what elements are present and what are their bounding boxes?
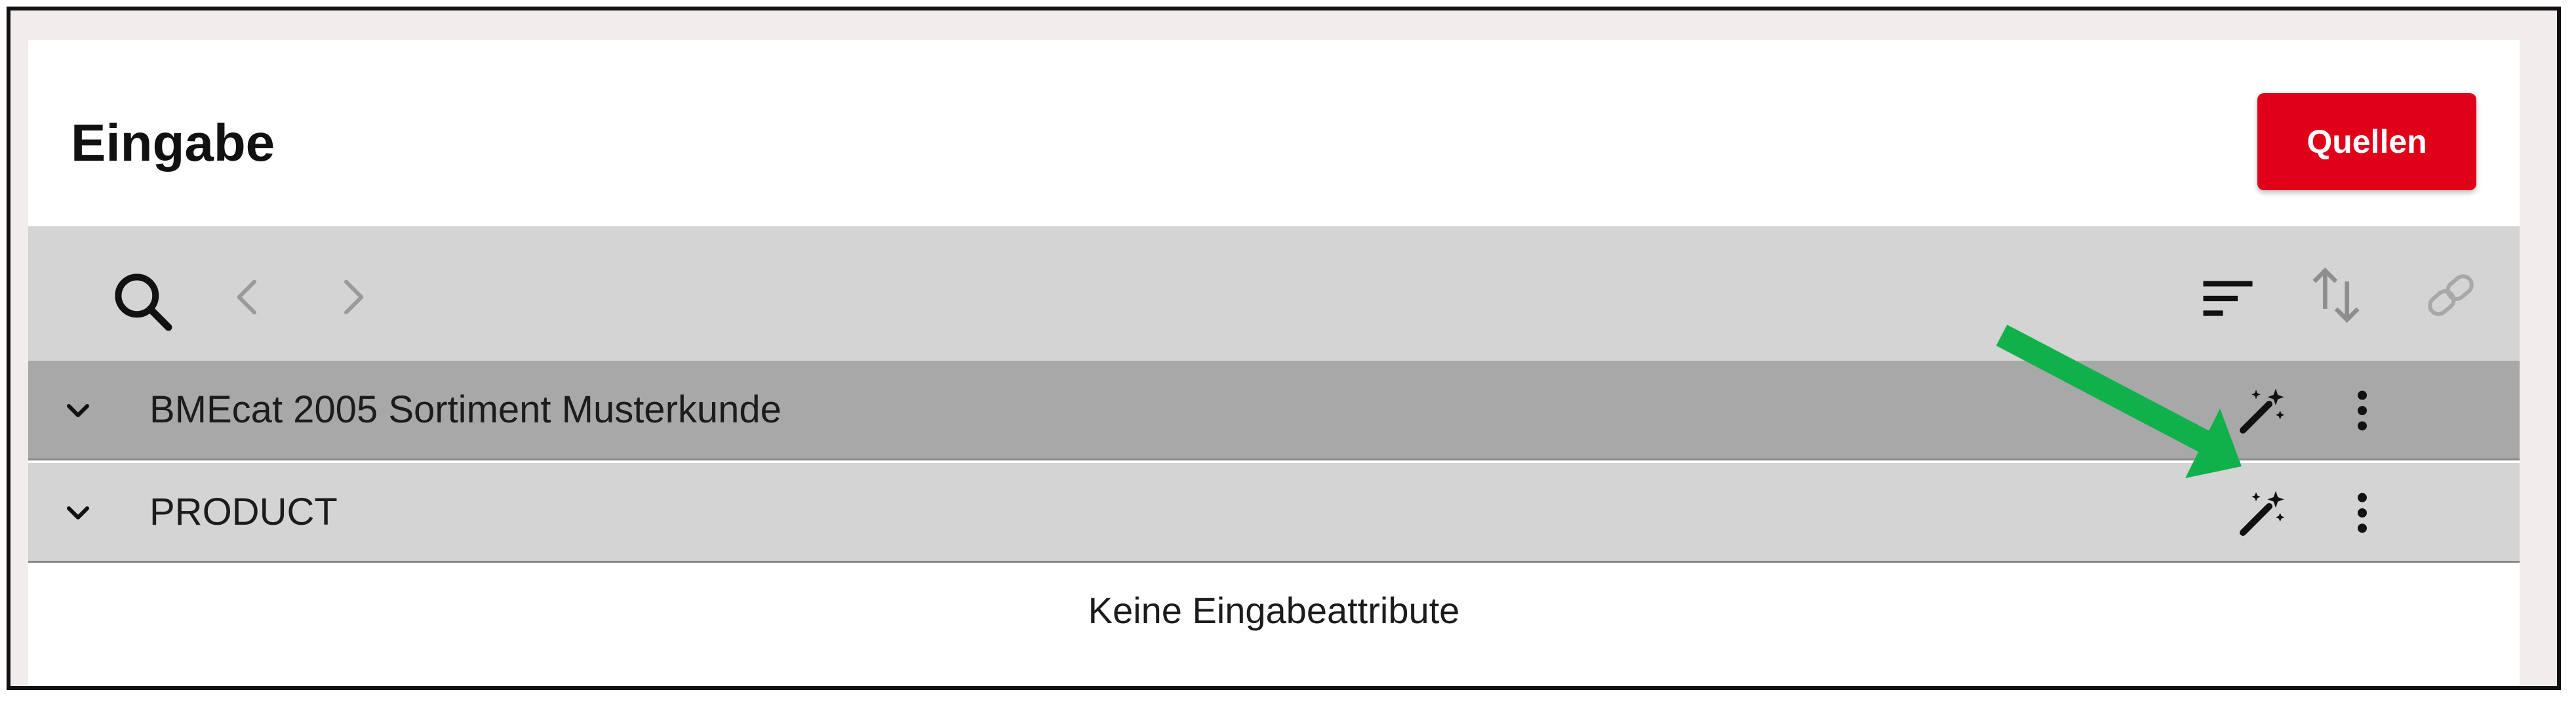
chevron-down-icon[interactable] — [60, 392, 96, 429]
more-vertical-icon[interactable] — [2336, 487, 2388, 539]
chevron-right-icon[interactable] — [327, 271, 379, 323]
tree-row-label: PRODUCT — [149, 491, 338, 533]
sort-icon[interactable] — [2195, 269, 2261, 328]
more-vertical-icon[interactable] — [2336, 384, 2388, 437]
chevron-down-icon[interactable] — [60, 495, 96, 531]
input-panel: Eingabe Quellen BMEcat 2005 Sortiment Mu… — [28, 40, 2520, 686]
screenshot-frame: Eingabe Quellen BMEcat 2005 Sortiment Mu… — [7, 7, 2561, 690]
tree-row-label: BMEcat 2005 Sortiment Musterkunde — [149, 388, 782, 431]
empty-state-message: Keine Eingabeattribute — [1088, 590, 1460, 631]
search-icon[interactable] — [107, 266, 179, 338]
link-icon[interactable] — [2415, 266, 2487, 325]
swap-vertical-icon[interactable] — [2303, 259, 2369, 331]
chevron-left-icon[interactable] — [222, 271, 274, 323]
panel-title: Eingabe — [71, 113, 275, 172]
annotation-arrow — [1996, 325, 2242, 478]
sources-button[interactable]: Quellen — [2257, 93, 2476, 190]
panel-header: Eingabe Quellen — [28, 40, 2520, 226]
magic-wand-icon[interactable] — [2236, 487, 2289, 539]
